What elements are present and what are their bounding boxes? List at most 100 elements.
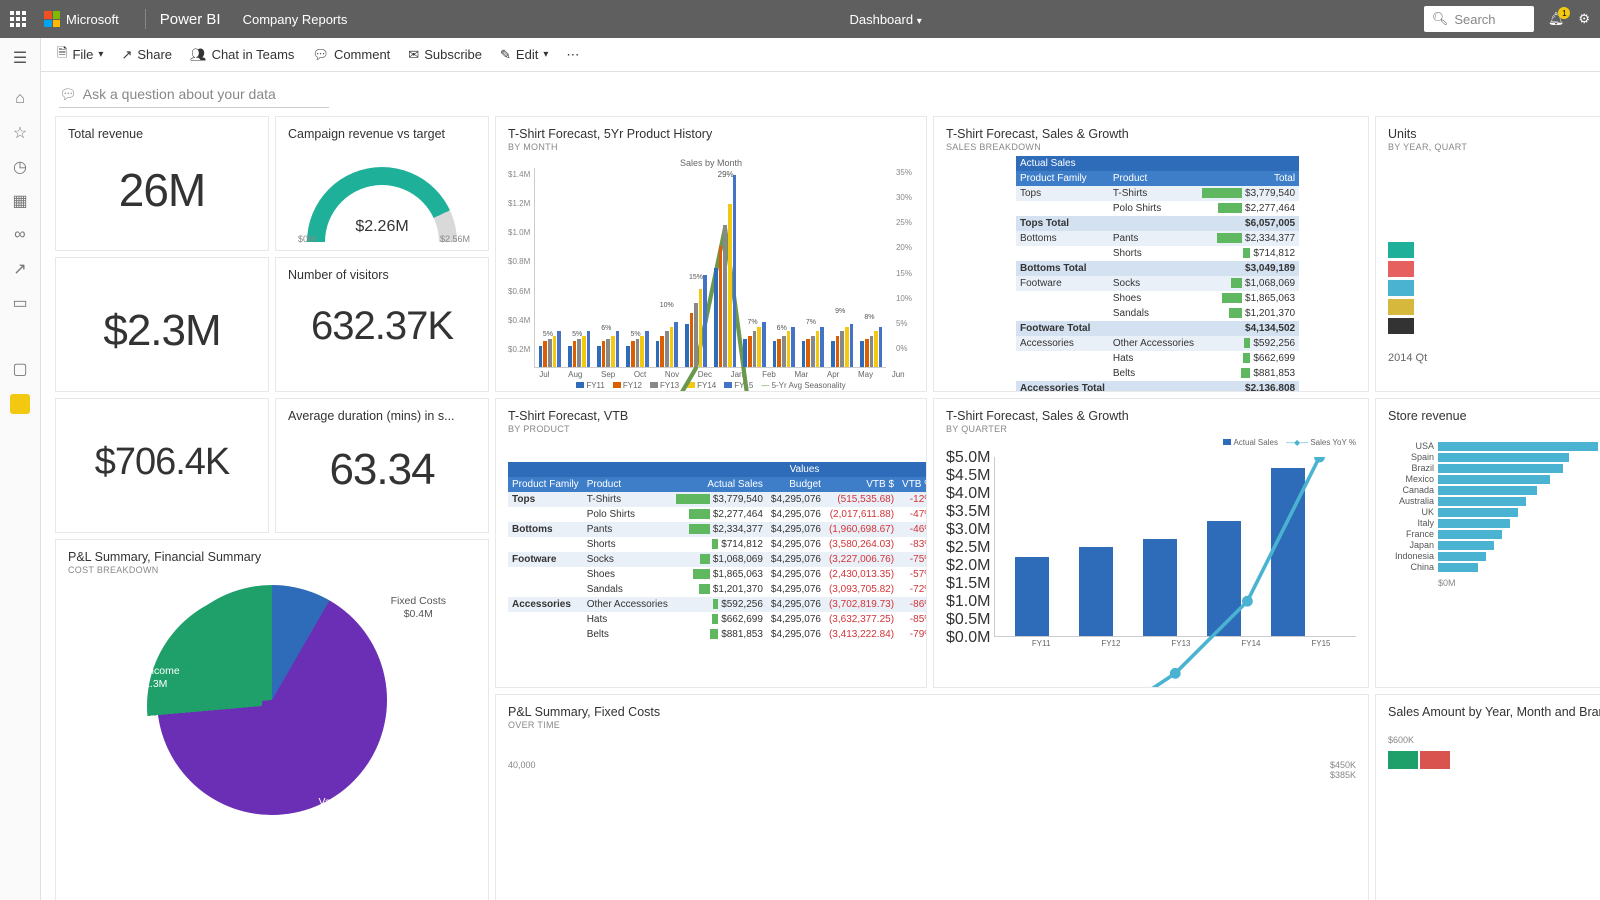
pencil-icon: ✎: [500, 47, 511, 63]
vtb-table: ValuesProduct FamilyProductActual SalesB…: [508, 462, 927, 642]
teams-icon: 👥︎: [190, 47, 207, 63]
growth-chart: $5.0M$4.5M$4.0M$3.5M$3.0M$2.5M$2.0M$1.5M…: [946, 447, 1356, 648]
shared-icon[interactable]: ∞: [11, 226, 29, 244]
kpi-value: 26M: [68, 163, 256, 217]
search-placeholder: Search: [1454, 12, 1495, 27]
workspaces-icon[interactable]: ▢: [11, 360, 29, 378]
microsoft-logo-icon: [44, 11, 60, 27]
qna-input[interactable]: 💬︎Ask a question about your data: [59, 82, 329, 108]
tile-subtitle: BY PRODUCT: [508, 424, 914, 434]
growth-legend: Actual Sales —◆— Sales YoY %: [946, 438, 1356, 447]
kpi-value: $2.3M: [68, 306, 256, 356]
qna-row: 💬︎Ask a question about your data: [41, 72, 1600, 112]
tile-duration[interactable]: Average duration (mins) in s... 63.34: [275, 398, 489, 533]
units-footer: 2014 Qt: [1388, 352, 1600, 364]
tile-total-revenue[interactable]: Total revenue 26M: [55, 116, 269, 251]
suite-header: Microsoft Power BI Company Reports Dashb…: [0, 0, 1600, 38]
tile-pnl-pie[interactable]: P&L Summary, Financial Summary COST BREA…: [55, 539, 489, 900]
tile-title: Total revenue: [68, 127, 256, 141]
tile-title: T-Shirt Forecast, Sales & Growth: [946, 127, 1356, 141]
app-name: Power BI: [160, 11, 221, 28]
tile-title: Units: [1388, 127, 1600, 141]
tile-title: T-Shirt Forecast, 5Yr Product History: [508, 127, 914, 141]
powerbi-icon[interactable]: [10, 394, 30, 414]
tile-title: Campaign revenue vs target: [288, 127, 476, 141]
edit-button[interactable]: ✎Edit▾: [500, 47, 548, 63]
tile-sales-brand[interactable]: Sales Amount by Year, Month and Brand Na…: [1375, 694, 1600, 900]
tile-sales-breakdown[interactable]: T-Shirt Forecast, Sales & Growth SALES B…: [933, 116, 1369, 392]
units-legend: [1388, 242, 1600, 334]
report-toolbar: 🗎File▾ ↗Share 👥︎Chat in Teams 💬︎Comment …: [41, 38, 1600, 72]
tile-title: Average duration (mins) in s...: [288, 409, 476, 423]
search-input[interactable]: 🔍︎ Search: [1424, 6, 1534, 32]
kpi-value: 632.37K: [288, 304, 476, 349]
tile-title: Store revenue: [1388, 409, 1600, 423]
gauge-min: $0M: [298, 234, 316, 244]
comment-button[interactable]: 💬︎Comment: [312, 47, 390, 63]
tile-title: T-Shirt Forecast, Sales & Growth: [946, 409, 1356, 423]
notification-badge: 1: [1558, 7, 1570, 19]
store-revenue-chart: USASpainBrazilMexicoCanadaAustraliaUKIta…: [1388, 441, 1600, 572]
divider: [145, 9, 146, 29]
favorites-icon[interactable]: ☆: [11, 124, 29, 142]
app-launcher-icon[interactable]: [10, 11, 26, 27]
nav-rail: ☰ ⌂ ☆ ◷ ▦ ∞ ↗ ▭ ▢: [0, 38, 41, 900]
tile-campaign-gauge[interactable]: Campaign revenue vs target $2.26M $0M $2…: [275, 116, 489, 251]
chat-teams-button[interactable]: 👥︎Chat in Teams: [190, 47, 294, 63]
tile-title: P&L Summary, Fixed Costs: [508, 705, 1356, 719]
notifications-button[interactable]: 🔔︎ 1: [1548, 11, 1565, 27]
search-icon: 🔍︎: [1432, 11, 1449, 27]
tile-title: P&L Summary, Financial Summary: [68, 550, 476, 564]
tile-subtitle: SALES BREAKDOWN: [946, 142, 1356, 152]
gear-icon: ⚙: [1578, 11, 1590, 26]
breadcrumb[interactable]: Dashboard ▾: [849, 12, 921, 27]
hamburger-button[interactable]: ☰: [13, 42, 27, 74]
subscribe-button[interactable]: ✉Subscribe: [408, 47, 482, 63]
gauge-value: $2.26M: [355, 218, 408, 236]
more-button[interactable]: ⋯: [566, 47, 579, 63]
tile-subtitle: COST BREAKDOWN: [68, 565, 476, 575]
home-icon[interactable]: ⌂: [11, 90, 29, 108]
chevron-down-icon: ▾: [917, 16, 922, 27]
mail-icon: ✉: [408, 47, 419, 63]
gauge-chart: $2.26M $0M $2.56M: [288, 142, 476, 242]
forecast-chart: $1.4M$1.2M$1.0M$0.8M$0.6M$0.4M$0.2M 35%3…: [508, 168, 914, 368]
kpi-value: $706.4K: [68, 441, 256, 484]
tile-units[interactable]: Units BY YEAR, QUART 2014 Qt: [1375, 116, 1600, 392]
comment-icon: 💬︎: [59, 86, 77, 103]
tile-title: Number of visitors: [288, 268, 476, 282]
tile-title: Sales Amount by Year, Month and Brand Na…: [1388, 705, 1600, 719]
tile-subtitle: BY QUARTER: [946, 424, 1356, 434]
workspace-name[interactable]: Company Reports: [243, 12, 348, 27]
tile-kpi-3[interactable]: $706.4K: [55, 398, 269, 533]
brand-label: Microsoft: [66, 12, 119, 27]
tile-forecast-5yr[interactable]: T-Shirt Forecast, 5Yr Product History BY…: [495, 116, 927, 392]
file-menu[interactable]: 🗎File▾: [57, 44, 103, 66]
share-button[interactable]: ↗Share: [121, 47, 172, 63]
apps-icon[interactable]: ▦: [11, 192, 29, 210]
dashboard-canvas: Total revenue 26M Campaign revenue vs ta…: [41, 112, 1600, 900]
pie-chart: Fixed Costs$0.4M Variable Costs$3.3M Net…: [68, 585, 476, 815]
gauge-max: $2.56M: [440, 234, 470, 244]
chart-title: Sales by Month: [508, 158, 914, 168]
tile-subtitle: BY YEAR, QUART: [1388, 142, 1600, 152]
tile-growth-quarter[interactable]: T-Shirt Forecast, Sales & Growth BY QUAR…: [933, 398, 1369, 688]
tile-visitors[interactable]: Number of visitors 632.37K: [275, 257, 489, 392]
chevron-down-icon: ▾: [543, 49, 548, 60]
microsoft-logo: Microsoft: [44, 11, 119, 27]
kpi-value: 63.34: [288, 445, 476, 495]
recent-icon[interactable]: ◷: [11, 158, 29, 176]
tile-kpi-2[interactable]: $2.3M: [55, 257, 269, 392]
chevron-down-icon: ▾: [98, 49, 103, 60]
learn-icon[interactable]: ▭: [11, 294, 29, 312]
tile-fixed-costs[interactable]: P&L Summary, Fixed Costs OVER TIME 40,00…: [495, 694, 1369, 900]
settings-button[interactable]: ⚙: [1578, 11, 1590, 27]
tile-subtitle: OVER TIME: [508, 720, 1356, 730]
axis-tick: $0M: [1438, 578, 1600, 588]
tile-title: T-Shirt Forecast, VTB: [508, 409, 914, 423]
tile-vtb[interactable]: T-Shirt Forecast, VTB BY PRODUCT ValuesP…: [495, 398, 927, 688]
tile-store-revenue[interactable]: Store revenue USASpainBrazilMexicoCanada…: [1375, 398, 1600, 688]
breakdown-table: Actual SalesProduct FamilyProductTotalTo…: [1016, 156, 1299, 392]
share-icon: ↗: [121, 47, 132, 63]
deploy-icon[interactable]: ↗: [11, 260, 29, 278]
